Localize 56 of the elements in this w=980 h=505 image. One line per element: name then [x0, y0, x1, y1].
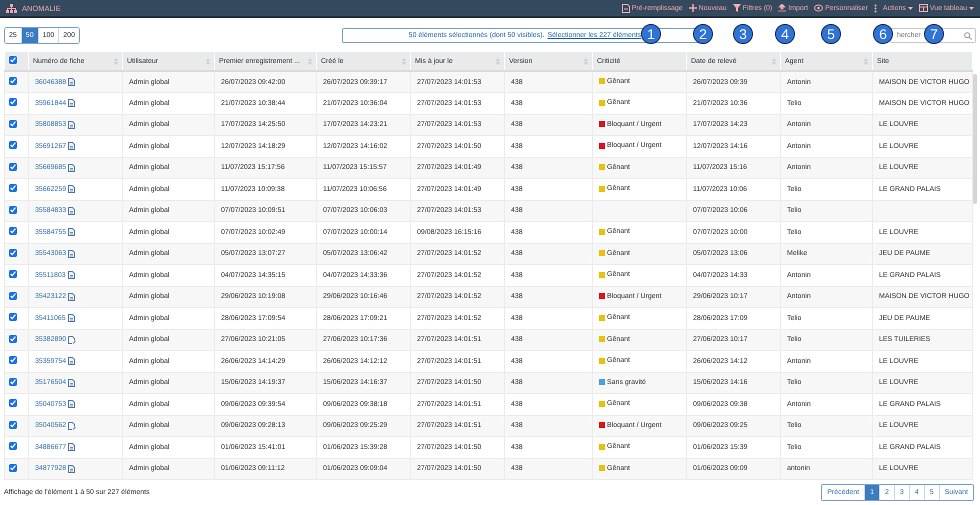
row-checkbox[interactable]	[9, 184, 17, 192]
document-icon[interactable]	[68, 250, 76, 258]
scrollbar[interactable]	[973, 74, 977, 204]
row-checkbox[interactable]	[9, 120, 17, 128]
document-icon[interactable]	[68, 464, 76, 473]
document-icon[interactable]	[68, 185, 76, 194]
row-checkbox[interactable]	[9, 206, 17, 214]
document-icon[interactable]	[68, 120, 76, 129]
row-checkbox[interactable]	[9, 356, 17, 364]
search-icon	[964, 32, 972, 40]
row-checkbox[interactable]	[9, 464, 17, 472]
row-checkbox[interactable]	[9, 227, 17, 236]
number-callout: 2	[693, 24, 713, 44]
document-icon[interactable]	[68, 78, 76, 86]
row-checkbox[interactable]	[9, 141, 17, 150]
select-all-checkbox[interactable]	[8, 56, 16, 64]
plus-icon	[688, 4, 697, 12]
more-icon	[874, 4, 877, 12]
document-icon[interactable]	[68, 314, 75, 322]
document-icon[interactable]	[68, 378, 76, 387]
number-callout: 1	[641, 24, 661, 44]
eye-icon	[814, 4, 824, 12]
number-callout: 7	[924, 24, 944, 44]
document-icon[interactable]	[68, 142, 76, 150]
row-checkbox[interactable]	[9, 420, 17, 429]
row-checkbox[interactable]	[9, 313, 17, 322]
row-checkbox[interactable]	[9, 292, 17, 300]
row-checkbox[interactable]	[9, 399, 17, 408]
number-callout: 3	[733, 24, 753, 44]
filter-icon	[732, 4, 741, 12]
document-icon[interactable]	[68, 357, 76, 366]
row-checkbox[interactable]	[9, 378, 17, 386]
upload-icon	[778, 4, 786, 12]
row-checkbox[interactable]	[9, 162, 17, 171]
document-icon[interactable]	[68, 206, 76, 215]
row-checkbox[interactable]	[9, 442, 17, 450]
table-icon	[918, 4, 928, 12]
hierarchy-icon	[6, 4, 17, 12]
document-edit-icon[interactable]	[68, 422, 76, 430]
document-icon[interactable]	[68, 99, 76, 108]
document-icon[interactable]	[68, 271, 75, 280]
number-callout: 6	[873, 24, 893, 44]
document-icon[interactable]	[68, 164, 76, 172]
document-icon[interactable]	[68, 400, 76, 408]
document-icon[interactable]	[68, 228, 76, 236]
row-checkbox[interactable]	[9, 248, 17, 257]
row-checkbox[interactable]	[9, 77, 17, 85]
document-icon[interactable]	[68, 443, 76, 452]
document-edit-icon[interactable]	[68, 336, 76, 344]
document-icon[interactable]	[68, 292, 76, 301]
row-checkbox[interactable]	[9, 334, 17, 343]
number-callout: 4	[775, 24, 795, 44]
row-checkbox[interactable]	[9, 98, 17, 106]
document-icon	[622, 4, 630, 12]
row-checkbox[interactable]	[9, 270, 17, 278]
number-callout: 5	[821, 24, 841, 44]
